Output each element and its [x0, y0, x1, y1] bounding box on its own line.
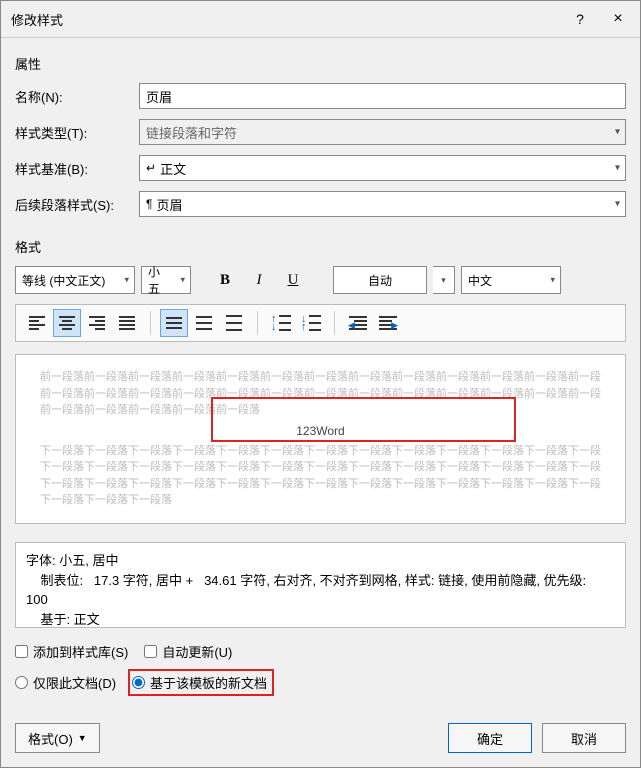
auto-update-input[interactable] [144, 645, 157, 658]
style-preview: 前一段落前一段落前一段落前一段落前一段落前一段落前一段落前一段落前一段落前一段落… [15, 354, 626, 524]
style-base-value: 正文 [160, 159, 186, 178]
chevron-down-icon: ▾ [550, 275, 555, 286]
language-value: 中文 [468, 272, 492, 289]
cancel-button[interactable]: 取消 [542, 723, 626, 753]
titlebar: 修改样式 ? × [1, 1, 640, 38]
bold-button[interactable]: B [211, 266, 239, 294]
font-color-dropdown[interactable]: ▾ [433, 266, 455, 294]
line-spacing-2-button[interactable] [220, 309, 248, 337]
font-name-value: 等线 (中文正文) [22, 272, 105, 289]
properties-heading: 属性 [15, 54, 626, 73]
font-size-value: 小五 [148, 263, 170, 297]
format-heading: 格式 [15, 237, 626, 256]
chevron-down-icon: ▾ [180, 275, 185, 286]
indent-decrease-button[interactable]: ◀ [344, 309, 372, 337]
underline-button[interactable]: U [279, 266, 307, 294]
add-to-gallery-input[interactable] [15, 645, 28, 658]
chevron-down-icon: ▾ [615, 199, 620, 210]
preview-before-text: 前一段落前一段落前一段落前一段落前一段落前一段落前一段落前一段落前一段落前一段落… [40, 386, 601, 403]
chevron-down-icon: ▼ [78, 733, 87, 743]
desc-line: 基于: 正文 [26, 610, 615, 630]
name-label: 名称(N): [15, 87, 131, 106]
modify-style-dialog: 修改样式 ? × 属性 名称(N): 样式类型(T): 链接段落和字符 ▾ 样式… [0, 0, 641, 768]
only-this-document-input[interactable] [15, 676, 28, 689]
font-name-select[interactable]: 等线 (中文正文) ▾ [15, 266, 135, 294]
only-this-document-radio[interactable]: 仅限此文档(D) [15, 673, 116, 692]
desc-line: 制表位: 17.3 字符, 居中 + 34.61 字符, 右对齐, 不对齐到网格… [26, 571, 615, 591]
preview-after-text: 下一段落下一段落下一段落下一段落下一段落下一段落下一段落下一段落下一段落下一段落… [40, 476, 601, 493]
preview-sample: 123Word [40, 422, 601, 440]
new-documents-radio[interactable]: 基于该模板的新文档 [128, 669, 274, 696]
language-select[interactable]: 中文 ▾ [461, 266, 561, 294]
italic-button[interactable]: I [245, 266, 273, 294]
align-center-button[interactable] [53, 309, 81, 337]
chevron-down-icon: ▾ [615, 127, 620, 138]
preview-after-text: 下一段落下一段落下一段落下一段落下一段落下一段落下一段落下一段落下一段落下一段落… [40, 443, 601, 460]
line-spacing-1-button[interactable] [160, 309, 188, 337]
preview-after-text: 下一段落下一段落下一段落下一段落下一段落下一段落下一段落下一段落下一段落下一段落… [40, 459, 601, 476]
chevron-down-icon: ▾ [615, 163, 620, 174]
font-color-value: 自动 [368, 272, 392, 289]
style-type-select: 链接段落和字符 ▾ [139, 119, 626, 145]
preview-after-text: 下一段落下一段落下一段落 [40, 492, 197, 509]
preview-before-text: 前一段落前一段落前一段落前一段落前一段落 [40, 402, 276, 419]
line-spacing-1_5-button[interactable] [190, 309, 218, 337]
spacing-increase-button[interactable]: ↑↓ [267, 309, 295, 337]
paragraph-icon: ¶ [146, 197, 152, 211]
indent-increase-button[interactable]: ▶ [374, 309, 402, 337]
chevron-down-icon: ▾ [124, 275, 129, 286]
titlebar-controls: ? × [562, 7, 636, 31]
preview-before-text: 前一段落前一段落前一段落前一段落前一段落前一段落前一段落前一段落前一段落前一段落… [40, 369, 601, 386]
font-size-select[interactable]: 小五 ▾ [141, 266, 191, 294]
font-color-select[interactable]: 自动 [333, 266, 427, 294]
spacing-decrease-button[interactable]: ↓↑ [297, 309, 325, 337]
style-base-select[interactable]: ↵ 正文 ▾ [139, 155, 626, 181]
auto-update-label: 自动更新(U) [162, 642, 232, 661]
format-menu-label: 格式(O) [28, 729, 73, 748]
paragraph-toolbar: ↑↓ ↓↑ ◀ ▶ [15, 304, 626, 342]
only-this-document-label: 仅限此文档(D) [33, 673, 116, 692]
align-left-button[interactable] [23, 309, 51, 337]
close-button[interactable]: × [600, 7, 636, 31]
style-type-label: 样式类型(T): [15, 123, 131, 142]
desc-line: 字体: 小五, 居中 [26, 551, 615, 571]
format-menu-button[interactable]: 格式(O) ▼ [15, 723, 100, 753]
ok-button[interactable]: 确定 [448, 723, 532, 753]
dialog-footer: 格式(O) ▼ 确定 取消 [1, 713, 640, 767]
help-button[interactable]: ? [562, 7, 598, 31]
new-documents-input[interactable] [132, 676, 145, 689]
align-right-button[interactable] [83, 309, 111, 337]
style-base-label: 样式基准(B): [15, 159, 131, 178]
paragraph-icon: ↵ [146, 161, 156, 175]
dialog-title: 修改样式 [11, 10, 63, 29]
next-style-label: 后续段落样式(S): [15, 195, 131, 214]
next-style-select[interactable]: ¶ 页眉 ▾ [139, 191, 626, 217]
style-description: 字体: 小五, 居中 制表位: 17.3 字符, 居中 + 34.61 字符, … [15, 542, 626, 628]
auto-update-checkbox[interactable]: 自动更新(U) [144, 642, 232, 661]
desc-line: 100 [26, 590, 615, 610]
add-to-gallery-label: 添加到样式库(S) [33, 642, 128, 661]
font-toolbar: 等线 (中文正文) ▾ 小五 ▾ B I U 自动 ▾ 中文 ▾ [15, 266, 626, 294]
new-documents-label: 基于该模板的新文档 [150, 673, 267, 692]
add-to-gallery-checkbox[interactable]: 添加到样式库(S) [15, 642, 128, 661]
align-justify-button[interactable] [113, 309, 141, 337]
next-style-value: 页眉 [156, 195, 182, 214]
style-type-value: 链接段落和字符 [146, 123, 237, 142]
name-input[interactable] [139, 83, 626, 109]
